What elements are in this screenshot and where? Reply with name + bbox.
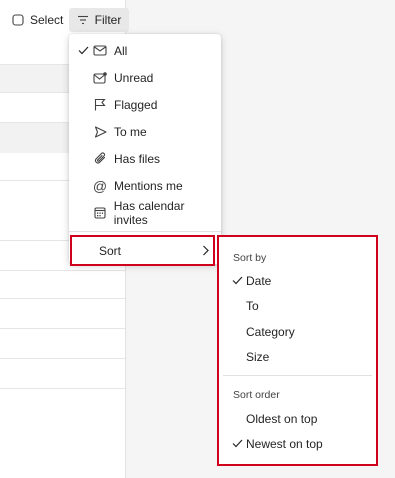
filter-icon <box>77 15 89 25</box>
sort-option-size[interactable]: Size <box>219 344 376 369</box>
list-item[interactable] <box>0 388 125 419</box>
filter-option-flagged[interactable]: Flagged <box>69 91 221 118</box>
sort-submenu: Sort by Date To Category Size Sort order… <box>217 235 378 466</box>
select-checkbox-icon <box>12 14 24 26</box>
checkmark-icon <box>230 439 244 448</box>
menu-divider <box>69 231 221 232</box>
sort-menu-item[interactable]: Sort <box>70 235 215 266</box>
filter-option-has-calendar-invites[interactable]: Has calendar invites <box>69 198 221 227</box>
sort-option-label: To <box>246 298 259 313</box>
filter-button[interactable]: Filter <box>69 8 129 32</box>
filter-label: Filter <box>94 13 122 27</box>
sort-order-newest-on-top[interactable]: Newest on top <box>219 431 376 456</box>
calendar-icon <box>92 206 108 219</box>
sort-option-category[interactable]: Category <box>219 319 376 344</box>
sort-option-label: Category <box>246 324 295 339</box>
sort-order-label: Oldest on top <box>246 411 318 426</box>
list-item[interactable] <box>0 298 125 329</box>
list-item[interactable] <box>0 358 125 389</box>
sort-option-to[interactable]: To <box>219 293 376 318</box>
filter-option-to-me[interactable]: To me <box>69 118 221 145</box>
envelope-icon <box>92 45 108 56</box>
checkmark-icon <box>76 46 90 55</box>
checkmark-icon <box>230 276 244 285</box>
filter-option-unread[interactable]: Unread <box>69 64 221 91</box>
filter-option-has-files[interactable]: Has files <box>69 145 221 172</box>
select-button[interactable]: Select <box>12 8 63 32</box>
filter-option-label: To me <box>114 124 147 139</box>
sort-order-label: Newest on top <box>246 436 323 451</box>
filter-option-label: All <box>114 43 128 58</box>
sort-order-oldest-on-top[interactable]: Oldest on top <box>219 406 376 431</box>
filter-option-label: Mentions me <box>114 178 183 193</box>
paperclip-icon <box>92 152 108 165</box>
filter-menu: All Unread Flagged To me Has files @ Men… <box>69 34 221 266</box>
list-item[interactable] <box>0 328 125 359</box>
sort-option-label: Date <box>246 273 272 288</box>
filter-option-label: Flagged <box>114 97 158 112</box>
filter-option-label: Unread <box>114 70 154 85</box>
unread-envelope-icon <box>92 71 108 84</box>
filter-option-mentions-me[interactable]: @ Mentions me <box>69 172 221 199</box>
sort-option-date[interactable]: Date <box>219 268 376 293</box>
filter-option-all[interactable]: All <box>69 37 221 64</box>
at-sign-icon: @ <box>92 177 108 194</box>
send-arrow-icon <box>92 125 108 138</box>
sort-option-label: Size <box>246 349 270 364</box>
filter-option-label: Has calendar invites <box>113 198 185 227</box>
chevron-right-icon <box>202 245 209 256</box>
filter-option-label: Has files <box>114 151 161 166</box>
flag-icon <box>92 98 108 111</box>
sort-order-heading: Sort order <box>233 389 280 401</box>
command-bar: Select Filter <box>0 0 395 36</box>
select-label: Select <box>30 13 64 27</box>
sort-by-heading: Sort by <box>233 252 267 264</box>
menu-divider <box>223 375 372 376</box>
list-item[interactable] <box>0 270 125 299</box>
sort-label: Sort <box>99 243 122 258</box>
